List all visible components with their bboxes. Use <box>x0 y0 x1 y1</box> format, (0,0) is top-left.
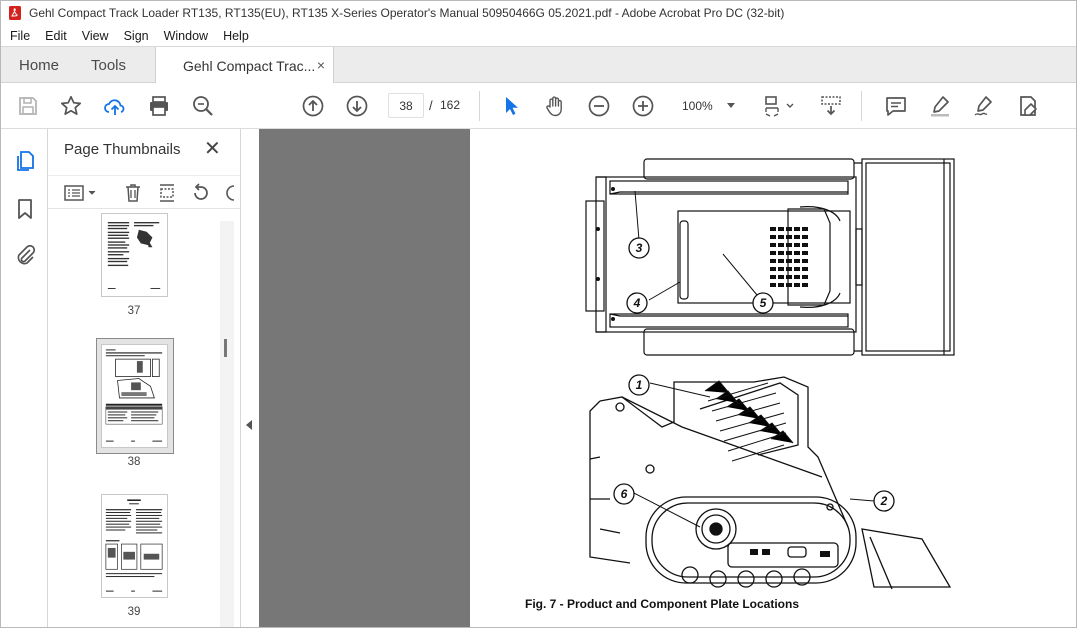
pdf-page: 1 2 3 4 5 6 Fig. 7 - Product and Compone… <box>470 129 1076 627</box>
highlight-pen-icon[interactable] <box>928 94 952 118</box>
scrollbar-thumb[interactable] <box>224 339 227 357</box>
thumbnail-page-39[interactable] <box>101 494 168 598</box>
page-thumbnails-panel: Page Thumbnails ✕ 37 38 39 <box>48 129 241 627</box>
panel-title: Page Thumbnails <box>64 141 181 158</box>
arrow-up-circle-icon[interactable] <box>301 94 325 118</box>
page-separator: / <box>429 98 433 113</box>
star-icon[interactable] <box>59 94 83 118</box>
thumbnail-page-38[interactable] <box>101 344 168 448</box>
upload-cloud-icon[interactable] <box>103 94 127 118</box>
close-icon[interactable]: ✕ <box>204 139 221 159</box>
printer-icon[interactable] <box>147 94 171 118</box>
toolbar-divider <box>861 91 862 121</box>
collapse-panel-icon[interactable] <box>246 420 252 430</box>
scroll-mode-icon[interactable] <box>819 94 843 118</box>
close-tab-icon[interactable]: × <box>317 57 325 73</box>
page-number-input[interactable]: 38 <box>388 93 424 118</box>
trash-icon[interactable] <box>123 183 143 203</box>
menu-file[interactable]: File <box>1 29 37 43</box>
zoom-dropdown[interactable]: 100% <box>675 93 743 118</box>
callout-label-2: 2 <box>880 494 888 508</box>
title-bar: Gehl Compact Track Loader RT135, RT135(E… <box>1 1 1076 25</box>
edit-pdf-icon[interactable] <box>1016 94 1040 118</box>
callout-markers <box>613 237 895 512</box>
tab-document-label: Gehl Compact Trac... <box>183 57 316 74</box>
comment-icon[interactable] <box>884 94 908 118</box>
attachment-icon[interactable] <box>13 243 37 267</box>
menu-view[interactable]: View <box>74 29 116 43</box>
bookmark-icon[interactable] <box>13 197 37 221</box>
acrobat-app-icon <box>9 6 21 20</box>
save-icon[interactable] <box>16 94 40 118</box>
component-plate-illustration: 1 2 3 4 5 6 <box>585 158 955 590</box>
callout-label-5: 5 <box>760 296 767 310</box>
rotate-icon[interactable] <box>191 183 211 203</box>
window-title: Gehl Compact Track Loader RT135, RT135(E… <box>29 6 785 20</box>
menu-window[interactable]: Window <box>156 29 215 43</box>
sign-pen-icon[interactable] <box>972 94 996 118</box>
panel-collapse-strip <box>241 129 259 627</box>
zoom-value: 100% <box>682 98 713 113</box>
page-thumbnails-icon[interactable] <box>13 149 37 173</box>
callout-label-4: 4 <box>633 296 641 310</box>
figure-caption: Fig. 7 - Product and Component Plate Loc… <box>525 597 800 611</box>
thumbnail-tools <box>48 175 240 209</box>
tab-document[interactable]: Gehl Compact Trac... × <box>155 47 334 84</box>
callout-label-6: 6 <box>621 487 628 501</box>
search-zoom-icon[interactable] <box>191 94 215 118</box>
menu-sign[interactable]: Sign <box>116 29 156 43</box>
thumbnail-scrollbar[interactable] <box>220 221 234 627</box>
callout-label-1: 1 <box>636 378 643 392</box>
more-tools-icon[interactable] <box>224 183 234 203</box>
pointer-arrow-icon[interactable] <box>499 94 523 118</box>
menu-bar: File Edit View Sign Window Help <box>1 25 1076 46</box>
thumbnail-label: 38 <box>127 456 141 468</box>
toolbar-divider <box>479 91 480 121</box>
thumbnail-label: 39 <box>127 606 141 618</box>
document-viewer[interactable]: 1 2 3 4 5 6 Fig. 7 - Product and Compone… <box>259 129 1076 627</box>
arrow-down-circle-icon[interactable] <box>345 94 369 118</box>
insert-page-icon[interactable] <box>157 183 177 203</box>
tab-home[interactable]: Home <box>19 47 59 83</box>
hand-icon[interactable] <box>543 94 567 118</box>
page-fit-icon[interactable] <box>763 94 797 118</box>
chevron-down-icon <box>727 103 735 108</box>
acrobat-window: Gehl Compact Track Loader RT135, RT135(E… <box>0 0 1077 628</box>
thumbnail-list: 37 38 39 <box>48 213 240 627</box>
tab-bar: Home Tools Gehl Compact Trac... × <box>1 46 1076 84</box>
tab-tools[interactable]: Tools <box>91 47 126 83</box>
callout-label-3: 3 <box>636 241 643 255</box>
minus-circle-icon[interactable] <box>587 94 611 118</box>
plus-circle-icon[interactable] <box>631 94 655 118</box>
menu-edit[interactable]: Edit <box>37 29 74 43</box>
left-navigation-rail <box>1 129 48 627</box>
thumbnail-label: 37 <box>127 305 141 317</box>
menu-help[interactable]: Help <box>215 29 256 43</box>
thumbnail-options-icon[interactable] <box>64 183 98 203</box>
toolbar: 38 / 162 100% <box>1 83 1076 129</box>
thumbnail-page-37[interactable] <box>101 213 168 297</box>
page-total: 162 <box>440 98 461 112</box>
